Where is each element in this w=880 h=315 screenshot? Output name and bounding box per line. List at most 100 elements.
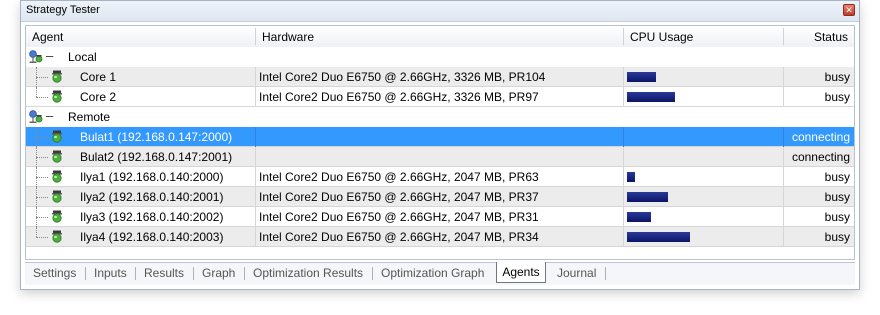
hardware-info: Intel Core2 Duo E6750 @ 2.66GHz, 3326 MB… <box>259 70 546 84</box>
agent-name: Core 2 <box>80 90 117 104</box>
agents-grid: Agent Hardware CPU Usage Status – Local Co… <box>25 25 855 260</box>
agent-row[interactable]: Ilya3 (192.168.0.140:2002) Intel Core2 Du… <box>26 207 854 227</box>
tree-branch <box>36 77 48 78</box>
column-divider <box>783 167 784 187</box>
column-divider <box>623 207 624 227</box>
agent-row[interactable]: Core 1 Intel Core2 Duo E6750 @ 2.66GHz, 3… <box>26 67 854 87</box>
column-divider <box>255 67 256 87</box>
column-divider <box>623 187 624 207</box>
column-divider <box>255 87 256 107</box>
tab-agents[interactable]: Agents <box>496 262 546 283</box>
column-divider <box>783 227 784 247</box>
close-button[interactable]: ✕ <box>843 4 855 16</box>
tab-separator <box>605 267 606 280</box>
agent-name: Bulat2 (192.168.0.147:2001) <box>80 150 233 164</box>
agent-icon <box>50 190 64 204</box>
tree-branch <box>36 137 48 138</box>
cpu-usage-bar <box>627 172 635 182</box>
group-row-remote[interactable]: – Remote <box>26 107 854 127</box>
column-divider <box>783 207 784 227</box>
hardware-info: Intel Core2 Duo E6750 @ 2.66GHz, 2047 MB… <box>259 210 539 224</box>
column-divider <box>255 207 256 227</box>
tab-bar: Settings Inputs Results Graph Optimization R… <box>25 262 855 285</box>
tab-journal[interactable]: Journal <box>557 266 596 280</box>
agent-row[interactable]: Ilya1 (192.168.0.140:2000) Intel Core2 Du… <box>26 167 854 187</box>
tree-line <box>36 227 37 237</box>
tab-label: Agents <box>502 265 540 279</box>
column-divider <box>623 127 624 147</box>
hardware-info: Intel Core2 Duo E6750 @ 2.66GHz, 3326 MB… <box>259 90 539 104</box>
group-label: Local <box>68 50 97 64</box>
agent-row[interactable]: Bulat1 (192.168.0.147:2000) connecting <box>26 127 854 147</box>
tree-branch <box>36 157 48 158</box>
column-divider <box>783 147 784 167</box>
column-divider <box>623 167 624 187</box>
hardware-info: Intel Core2 Duo E6750 @ 2.66GHz, 2047 MB… <box>259 170 539 184</box>
cpu-usage-bar <box>627 192 668 202</box>
agent-row[interactable]: Ilya2 (192.168.0.140:2001) Intel Core2 Du… <box>26 187 854 207</box>
tab-optimization-graph[interactable]: Optimization Graph <box>381 266 484 280</box>
column-divider <box>255 167 256 187</box>
column-divider <box>623 147 624 167</box>
column-divider <box>255 147 256 167</box>
cpu-usage-bar <box>627 232 690 242</box>
tab-optimization-results[interactable]: Optimization Results <box>253 266 363 280</box>
tab-separator <box>372 267 373 280</box>
agent-icon <box>50 230 64 244</box>
column-header-cpu-usage[interactable]: CPU Usage <box>630 30 693 44</box>
column-divider <box>783 127 784 147</box>
strategy-tester-window: Strategy Tester ✕ Agent Hardware CPU Usa… <box>20 0 860 290</box>
hardware-info: Intel Core2 Duo E6750 @ 2.66GHz, 2047 MB… <box>259 190 539 204</box>
tab-graph[interactable]: Graph <box>202 266 235 280</box>
status-text: busy <box>824 210 850 224</box>
cpu-usage-bar <box>627 92 675 102</box>
tree-branch <box>36 237 48 238</box>
grid-header: Agent Hardware CPU Usage Status <box>26 26 854 48</box>
column-header-status[interactable]: Status <box>814 30 848 44</box>
column-header-hardware[interactable]: Hardware <box>262 30 314 44</box>
collapse-toggle[interactable]: – <box>46 48 53 63</box>
group-label: Remote <box>68 110 111 124</box>
column-divider <box>783 187 784 207</box>
column-divider <box>783 67 784 87</box>
tab-separator <box>85 267 86 280</box>
tab-inputs[interactable]: Inputs <box>94 266 127 280</box>
agent-icon <box>50 210 64 224</box>
hardware-info: Intel Core2 Duo E6750 @ 2.66GHz, 2047 MB… <box>259 230 539 244</box>
group-row-local[interactable]: – Local <box>26 47 854 67</box>
collapse-toggle[interactable]: – <box>46 108 53 123</box>
tree-line <box>36 87 37 97</box>
agent-row[interactable]: Ilya4 (192.168.0.140:2003) Intel Core2 Du… <box>26 227 854 247</box>
column-divider <box>783 87 784 107</box>
tree-branch <box>36 197 48 198</box>
tab-results[interactable]: Results <box>144 266 184 280</box>
agent-row[interactable]: Core 2 Intel Core2 Duo E6750 @ 2.66GHz, 3… <box>26 87 854 107</box>
tab-settings[interactable]: Settings <box>33 266 76 280</box>
title-bar: Strategy Tester ✕ <box>21 1 859 22</box>
status-text: connecting <box>791 150 850 164</box>
network-agents-icon <box>28 109 44 125</box>
agent-name: Bulat1 (192.168.0.147:2000) <box>80 130 233 144</box>
status-text: busy <box>824 170 850 184</box>
tab-separator <box>135 267 136 280</box>
agent-name: Ilya3 (192.168.0.140:2002) <box>80 210 224 224</box>
agent-icon <box>50 170 64 184</box>
agent-name: Ilya1 (192.168.0.140:2000) <box>80 170 224 184</box>
agent-name: Core 1 <box>80 70 117 84</box>
cpu-usage-bar <box>627 72 656 82</box>
network-agents-icon <box>28 49 44 65</box>
column-divider <box>255 227 256 247</box>
column-header-agent[interactable]: Agent <box>32 30 63 44</box>
tab-separator <box>193 267 194 280</box>
column-divider <box>623 87 624 107</box>
agent-icon <box>50 150 64 164</box>
cpu-usage-bar <box>627 212 651 222</box>
column-divider <box>255 127 256 147</box>
agent-name: Ilya2 (192.168.0.140:2001) <box>80 190 224 204</box>
tree-branch <box>36 97 48 98</box>
status-text: busy <box>824 70 850 84</box>
agent-row[interactable]: Bulat2 (192.168.0.147:2001) connecting <box>26 147 854 167</box>
close-icon: ✕ <box>845 5 853 15</box>
status-text: connecting <box>791 130 850 144</box>
agent-icon <box>50 130 64 144</box>
